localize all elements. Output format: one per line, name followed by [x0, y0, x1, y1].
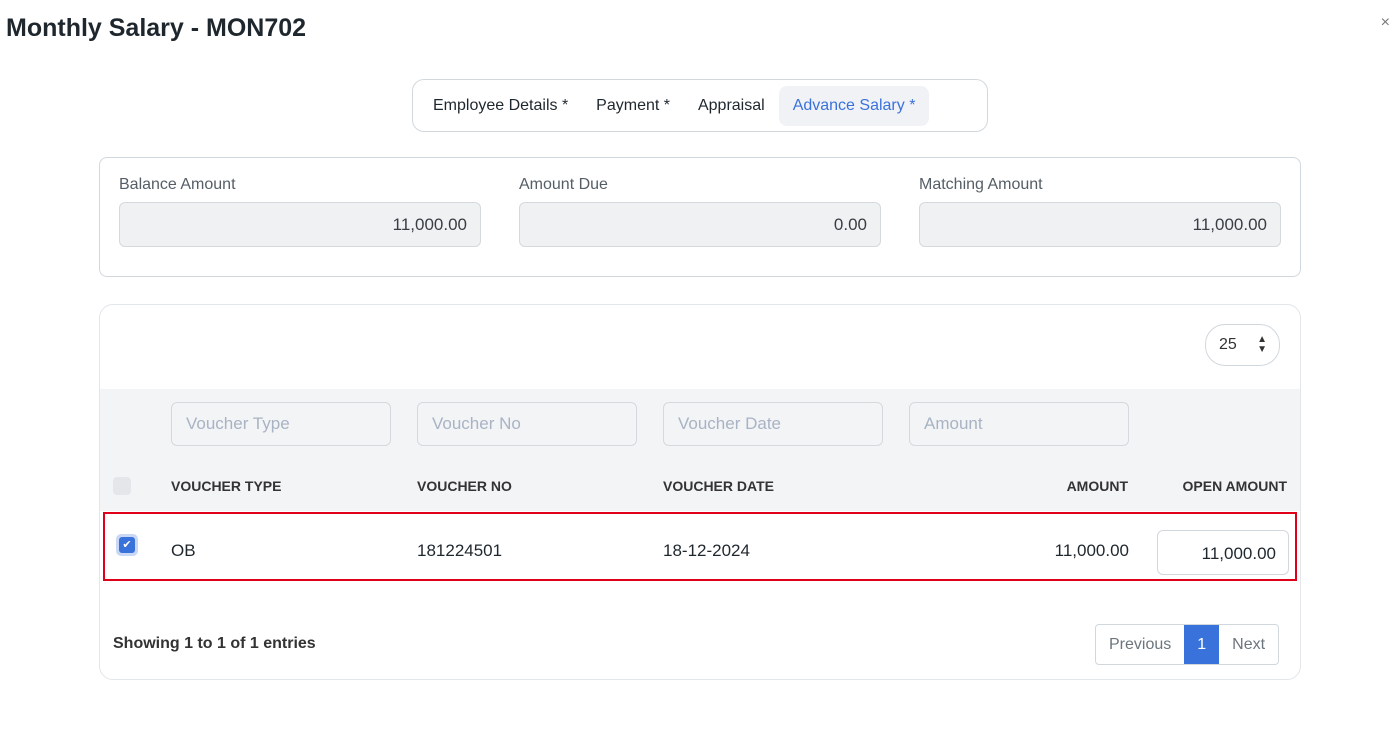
- table-row: ✔ OB 181224501 18-12-2024 11,000.00 11,0…: [103, 512, 1297, 581]
- tab-appraisal[interactable]: Appraisal: [684, 86, 779, 126]
- balance-amount-field: Balance Amount 11,000.00: [119, 176, 481, 247]
- col-voucher-date[interactable]: VOUCHER DATE: [663, 478, 774, 494]
- amount-due-field: Amount Due 0.00: [519, 176, 881, 247]
- select-all-checkbox[interactable]: [113, 477, 131, 495]
- cell-voucher-type: OB: [171, 541, 196, 560]
- matching-amount-input: 11,000.00: [919, 202, 1281, 247]
- col-voucher-no[interactable]: VOUCHER NO: [417, 478, 512, 494]
- balance-amount-input: 11,000.00: [119, 202, 481, 247]
- tab-payment[interactable]: Payment *: [582, 86, 684, 126]
- amount-filter[interactable]: Amount: [909, 402, 1129, 446]
- table-info: Showing 1 to 1 of 1 entries: [113, 635, 316, 652]
- page-1-button[interactable]: 1: [1184, 625, 1220, 664]
- voucher-date-filter[interactable]: Voucher Date: [663, 402, 883, 446]
- table-header: Voucher Type Voucher No Voucher Date Amo…: [100, 389, 1300, 511]
- tab-bar: Employee Details * Payment * Appraisal A…: [412, 79, 988, 132]
- page-size-select[interactable]: 25 ▲ ▼: [1205, 324, 1280, 366]
- next-button[interactable]: Next: [1219, 625, 1278, 664]
- balance-amount-label: Balance Amount: [119, 176, 236, 193]
- voucher-no-filter[interactable]: Voucher No: [417, 402, 637, 446]
- cell-voucher-date: 18-12-2024: [663, 541, 750, 560]
- previous-button[interactable]: Previous: [1096, 625, 1184, 664]
- page-size-value: 25: [1219, 336, 1237, 353]
- voucher-type-filter[interactable]: Voucher Type: [171, 402, 391, 446]
- col-amount[interactable]: AMOUNT: [1067, 478, 1128, 494]
- close-icon[interactable]: ×: [1381, 14, 1390, 32]
- pagination: Previous 1 Next: [1095, 624, 1280, 665]
- amount-due-label: Amount Due: [519, 176, 608, 193]
- col-voucher-type[interactable]: VOUCHER TYPE: [171, 478, 281, 494]
- matching-amount-field: Matching Amount 11,000.00: [919, 176, 1281, 247]
- sort-arrows-icon: ▲ ▼: [1257, 334, 1267, 355]
- tab-employee-details[interactable]: Employee Details *: [419, 86, 582, 126]
- summary-card: Balance Amount 11,000.00 Amount Due 0.00…: [99, 157, 1301, 277]
- cell-amount: 11,000.00: [1054, 541, 1129, 560]
- open-amount-input[interactable]: 11,000.00: [1157, 530, 1289, 575]
- cell-voucher-no: 181224501: [417, 541, 503, 560]
- matching-amount-label: Matching Amount: [919, 176, 1043, 193]
- amount-due-input: 0.00: [519, 202, 881, 247]
- check-icon: ✔: [119, 537, 135, 553]
- col-open-amount[interactable]: OPEN AMOUNT: [1183, 478, 1287, 494]
- tab-advance-salary[interactable]: Advance Salary *: [778, 85, 930, 126]
- voucher-table-card: 25 ▲ ▼ Voucher Type Voucher No Voucher Da…: [99, 304, 1301, 680]
- row-checkbox[interactable]: ✔: [116, 534, 138, 556]
- dialog-title: Monthly Salary - MON702: [6, 14, 307, 42]
